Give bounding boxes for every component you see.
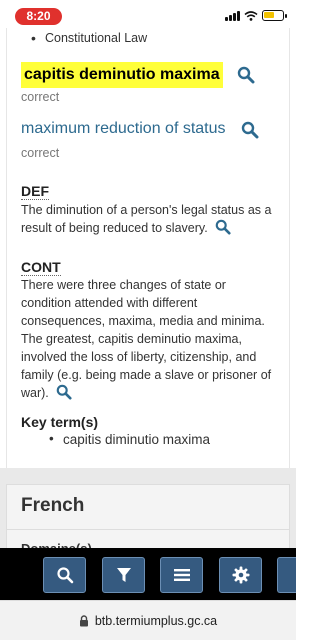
french-section[interactable]: French Domaine(s) — [6, 484, 290, 556]
subject-bullet: Constitutional Law — [31, 30, 147, 46]
cont-heading: CONT — [21, 259, 61, 276]
signal-icon — [225, 10, 240, 21]
search-button[interactable] — [43, 557, 86, 593]
def-heading: DEF — [21, 183, 49, 200]
filter-button[interactable] — [102, 557, 145, 593]
key-term-item: capitis diminutio maxima — [49, 431, 210, 447]
filter-icon — [116, 568, 131, 582]
wifi-icon — [244, 10, 258, 21]
bottom-toolbar — [0, 548, 296, 600]
definition-text: The diminution of a person's legal statu… — [21, 203, 272, 235]
latin-term: capitis deminutio maxima — [21, 62, 223, 88]
search-term-icon[interactable] — [237, 66, 255, 84]
search-term-icon[interactable] — [241, 121, 259, 139]
search-icon — [56, 567, 73, 584]
status-icons — [225, 10, 287, 21]
term-record-card: Constitutional Law capitis deminutio max… — [6, 28, 290, 468]
french-section-title: French — [21, 495, 85, 516]
time: 8:20 — [15, 8, 62, 25]
more-button[interactable] — [277, 557, 296, 593]
menu-icon — [173, 569, 190, 581]
menu-button[interactable] — [160, 557, 203, 593]
context-text: There were three changes of state or con… — [21, 278, 272, 400]
search-icon[interactable] — [56, 384, 72, 400]
lock-icon — [79, 614, 88, 626]
browser-address-bar[interactable]: btb.termiumplus.gc.ca — [0, 600, 296, 640]
key-terms-heading: Key term(s) — [21, 414, 99, 430]
english-term[interactable]: maximum reduction of status — [21, 120, 226, 138]
divider — [7, 529, 289, 530]
search-icon[interactable] — [215, 219, 231, 235]
settings-button[interactable] — [219, 557, 262, 593]
latin-term-status: correct — [21, 90, 60, 104]
url-text: btb.termiumplus.gc.ca — [94, 613, 218, 628]
battery-icon — [262, 10, 287, 21]
gear-icon — [232, 566, 249, 584]
english-term-status: correct — [21, 146, 60, 160]
